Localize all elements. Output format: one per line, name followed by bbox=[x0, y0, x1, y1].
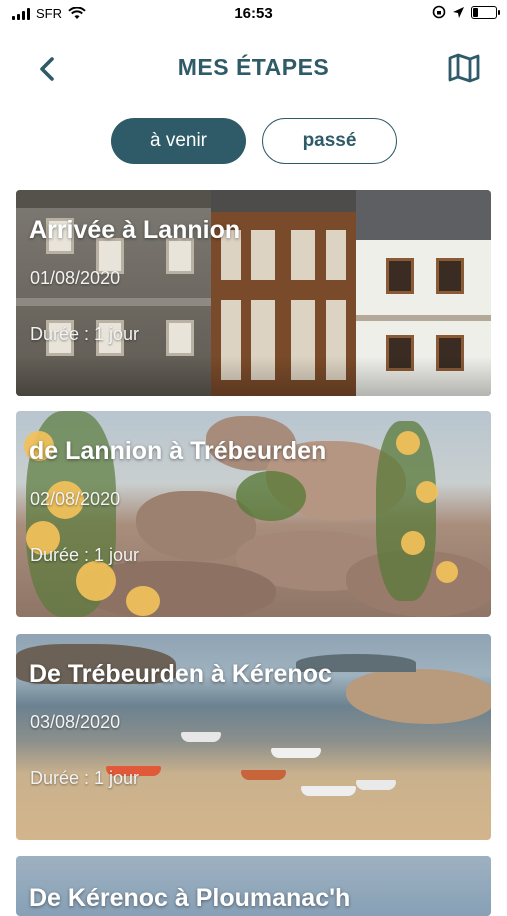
location-icon bbox=[453, 6, 464, 18]
stage-card[interactable]: De Trébeurden à Kérenoc 03/08/2020 Durée… bbox=[16, 634, 491, 840]
stage-date: 01/08/2020 bbox=[30, 268, 121, 288]
status-bar: SFR 16:53 bbox=[0, 0, 507, 30]
segment-past[interactable]: passé bbox=[262, 118, 397, 164]
stage-card[interactable]: De Kérenoc à Ploumanac'h bbox=[16, 856, 491, 916]
rotation-lock-icon bbox=[432, 5, 446, 19]
stage-card[interactable]: Arrivée à Lannion 01/08/2020 Durée : 1 j… bbox=[16, 190, 491, 396]
stage-duration: Durée : 1 jour bbox=[30, 768, 140, 788]
page-title: MES ÉTAPES bbox=[177, 54, 330, 80]
stage-title: de Lannion à Trébeurden bbox=[29, 437, 327, 465]
battery-icon bbox=[471, 5, 500, 19]
map-icon bbox=[448, 53, 480, 83]
stage-date: 03/08/2020 bbox=[30, 712, 121, 732]
stage-title: De Trébeurden à Kérenoc bbox=[29, 660, 332, 688]
status-right bbox=[432, 5, 500, 19]
stage-duration: Durée : 1 jour bbox=[30, 545, 140, 565]
segment-upcoming[interactable]: à venir bbox=[111, 118, 246, 164]
stage-duration: Durée : 1 jour bbox=[30, 324, 140, 344]
header: MES ÉTAPES bbox=[0, 38, 507, 98]
stage-card[interactable]: de Lannion à Trébeurden 02/08/2020 Durée… bbox=[16, 411, 491, 617]
stage-title: Arrivée à Lannion bbox=[29, 216, 241, 244]
map-button[interactable] bbox=[445, 50, 483, 86]
stage-title: De Kérenoc à Ploumanac'h bbox=[29, 884, 351, 912]
status-time: 16:53 bbox=[234, 5, 273, 22]
segmented-control: à venir passé bbox=[0, 118, 507, 166]
stage-date: 02/08/2020 bbox=[30, 489, 121, 509]
